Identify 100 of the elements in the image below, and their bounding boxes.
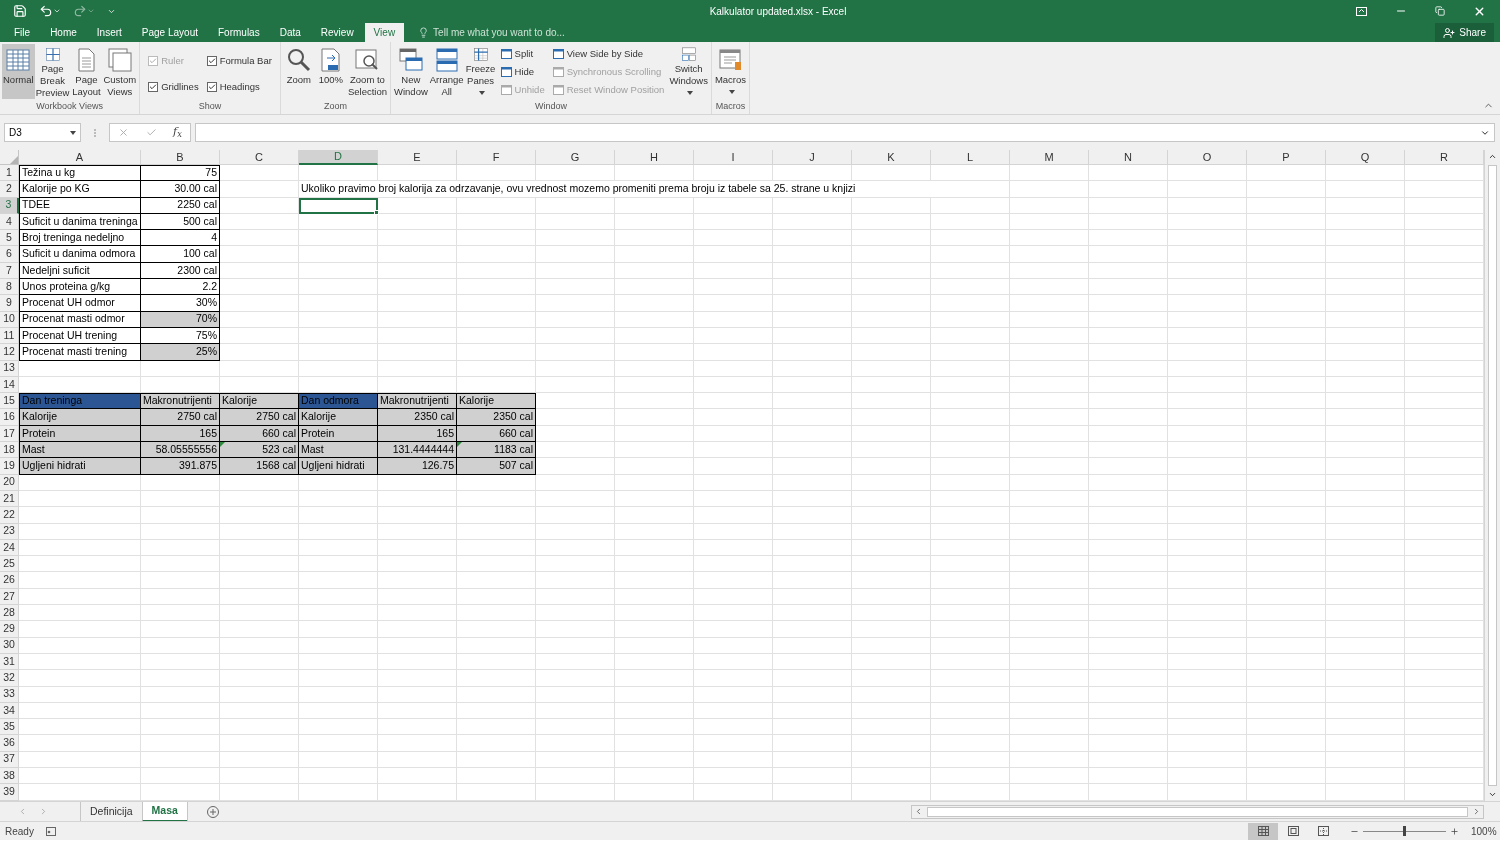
column-header[interactable]: A [19,150,141,165]
column-header[interactable]: P [1247,150,1326,165]
save-icon[interactable] [13,4,27,18]
scroll-right-icon[interactable] [1472,807,1481,816]
ribbon-button[interactable]: Hide [500,64,545,80]
vertical-scrollbar[interactable] [1484,150,1500,801]
zoom-in-icon[interactable] [1450,826,1459,836]
ribbon-button[interactable]: Split [500,46,545,62]
undo-icon[interactable] [39,4,53,18]
column-header[interactable]: I [694,150,773,165]
ribbon-display-icon[interactable] [1356,6,1367,16]
row-header[interactable]: 2 [0,181,19,198]
redo-icon[interactable] [73,4,87,18]
table-cell[interactable]: Kalorije [220,393,299,410]
row-header[interactable]: 26 [0,572,19,589]
row-header[interactable]: 12 [0,344,19,361]
table-cell[interactable]: Makronutrijenti [378,393,457,410]
table-cell[interactable]: 523 cal [220,442,299,459]
ribbon-button[interactable]: Zoom [282,44,315,99]
table-cell[interactable]: Unos proteina g/kg [19,279,141,296]
ribbon-tab[interactable]: View [364,23,405,42]
row-header[interactable]: 1 [0,165,19,182]
restore-icon[interactable] [1435,6,1445,16]
column-header[interactable]: Q [1326,150,1405,165]
table-cell[interactable]: 58.05555556 [141,442,220,459]
row-header[interactable]: 19 [0,458,19,475]
column-header[interactable]: N [1089,150,1168,165]
insert-function-button[interactable]: f$_{x}$ [173,124,182,141]
column-header[interactable]: G [536,150,615,165]
ribbon-button[interactable]: View Side by Side [552,46,665,62]
ribbon-tab[interactable]: Review [311,23,363,42]
table-cell[interactable]: Ugljeni hidrati [19,458,141,475]
column-header[interactable]: R [1405,150,1484,165]
horizontal-scrollbar[interactable] [911,804,1484,819]
ribbon-tab[interactable]: Home [41,23,86,42]
table-cell[interactable]: 2.2 [141,279,220,296]
column-header[interactable]: F [457,150,536,165]
table-cell[interactable]: Kalorije po KG [19,181,141,198]
table-cell[interactable]: 100 cal [141,246,220,263]
ribbon-button[interactable]: Macros [713,44,748,99]
row-header[interactable]: 22 [0,507,19,524]
table-cell[interactable]: Kalorije [19,409,141,426]
row-header[interactable]: 5 [0,230,19,247]
enter-icon[interactable] [145,127,157,138]
name-box[interactable]: D3 [4,123,81,142]
view-button[interactable] [1248,822,1278,840]
scroll-left-icon[interactable] [914,807,923,816]
ribbon-tab[interactable]: Formulas [209,23,269,42]
table-cell[interactable]: 75 [141,165,220,182]
table-cell[interactable]: 131.4444444 [378,442,457,459]
table-cell[interactable]: Mast [19,442,141,459]
table-cell[interactable]: 4 [141,230,220,247]
row-header[interactable]: 32 [0,670,19,687]
table-cell[interactable]: Makronutrijenti [141,393,220,410]
row-header[interactable]: 8 [0,279,19,296]
zoom-level[interactable]: 100% [1471,823,1495,839]
scroll-thumb[interactable] [1488,165,1497,786]
scroll-thumb[interactable] [927,806,1468,817]
row-header[interactable]: 15 [0,393,19,410]
column-header[interactable]: D [299,150,378,165]
table-cell[interactable]: 2750 cal [141,409,220,426]
table-cell[interactable]: Procenat UH odmor [19,295,141,312]
ribbon-button[interactable]: New Window [393,44,429,99]
table-cell[interactable]: 391.875 [141,458,220,475]
cell-note[interactable]: Ukoliko pravimo broj kalorija za odrzavanje, ovu vrednost mozemo promeniti prema broju iz tabele sa 25. strane u knjizi [299,181,931,198]
caret-icon[interactable] [53,7,61,15]
ribbon-button[interactable]: Custom Views [102,44,138,99]
sheet-tab[interactable]: Masa [141,801,187,822]
scroll-up-icon[interactable] [1488,152,1497,161]
zoom-slider[interactable] [1363,826,1446,836]
cancel-icon[interactable] [118,127,130,138]
ribbon-button[interactable]: Zoom to Selection [346,44,388,99]
ribbon-button[interactable]: Normal [2,44,35,99]
ribbon-tab[interactable]: Page Layout [132,23,207,42]
tell-me-field[interactable]: Tell me what you want to do... [433,24,634,40]
checkbox[interactable]: Headings [206,80,272,95]
table-cell[interactable]: 30% [141,295,220,312]
formula-field[interactable] [195,123,1495,142]
ribbon-button[interactable]: Freeze Panes [464,44,497,99]
table-cell[interactable]: Broj treninga nedeljno [19,230,141,247]
ribbon-button[interactable]: Arrange All [428,44,465,99]
table-cell[interactable]: Mast [299,442,378,459]
add-sheet-icon[interactable] [206,805,219,818]
checkbox[interactable]: Gridlines [148,80,199,95]
column-header[interactable]: O [1168,150,1247,165]
ribbon-button[interactable]: Page Layout [70,44,103,99]
table-cell[interactable]: Ugljeni hidrati [299,458,378,475]
row-header[interactable]: 36 [0,735,19,752]
row-header[interactable]: 35 [0,719,19,736]
row-header[interactable]: 18 [0,442,19,459]
column-header[interactable]: L [931,150,1010,165]
macro-record-icon[interactable] [45,826,56,836]
tab-scroll-left-icon[interactable] [18,807,27,816]
tab-scroll-right-icon[interactable] [39,807,48,816]
table-cell[interactable]: Kalorije [457,393,536,410]
ribbon-tab[interactable]: File [5,23,40,42]
checkbox[interactable]: Formula Bar [206,54,272,69]
row-header[interactable]: 9 [0,295,19,312]
column-header[interactable]: B [141,150,220,165]
ribbon-button[interactable]: 100% [314,44,347,99]
